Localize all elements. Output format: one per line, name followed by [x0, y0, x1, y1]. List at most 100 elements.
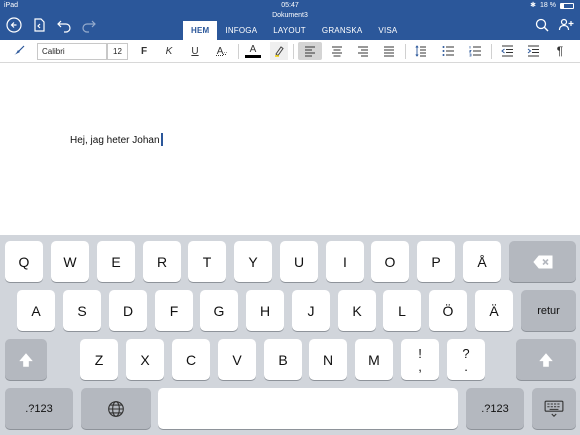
- key-g[interactable]: G: [200, 290, 238, 331]
- font-size-field[interactable]: 12: [107, 43, 128, 60]
- highlighter-icon: [275, 46, 284, 57]
- key-h[interactable]: H: [246, 290, 284, 331]
- globe-icon: [108, 400, 124, 417]
- backspace-key[interactable]: [509, 241, 576, 282]
- numbers-key-right[interactable]: .?123: [466, 388, 524, 429]
- font-color-swatch: [245, 55, 261, 58]
- show-formatting-button[interactable]: ¶: [550, 42, 570, 60]
- more-dots-icon: ..: [223, 47, 228, 55]
- shift-icon: [19, 352, 33, 367]
- key-z[interactable]: Z: [80, 339, 118, 380]
- key-b[interactable]: B: [264, 339, 302, 380]
- bullets-button[interactable]: [437, 42, 459, 60]
- key-o[interactable]: O: [371, 241, 409, 282]
- italic-button[interactable]: K: [160, 42, 178, 60]
- key-e[interactable]: E: [97, 241, 135, 282]
- space-bar[interactable]: [158, 388, 458, 429]
- key-u[interactable]: U: [280, 241, 318, 282]
- key-x[interactable]: X: [126, 339, 164, 380]
- back-button[interactable]: [4, 15, 24, 35]
- key-a[interactable]: A: [17, 290, 55, 331]
- key-m[interactable]: M: [355, 339, 393, 380]
- key-bottom-char: ,: [418, 358, 422, 374]
- key-q[interactable]: Q: [5, 241, 43, 282]
- key-i[interactable]: I: [326, 241, 364, 282]
- key-top-char: ?: [462, 345, 470, 361]
- key-k[interactable]: K: [338, 290, 376, 331]
- key-y[interactable]: Y: [234, 241, 272, 282]
- return-key[interactable]: retur: [521, 290, 576, 331]
- key-o-umlaut[interactable]: Ö: [429, 290, 467, 331]
- tab-infoga[interactable]: INFOGA: [217, 21, 265, 40]
- key-c[interactable]: C: [172, 339, 210, 380]
- separator: [405, 44, 406, 59]
- tab-layout[interactable]: LAYOUT: [265, 21, 314, 40]
- highlight-button[interactable]: [270, 42, 288, 60]
- key-bottom-char: .: [464, 358, 468, 374]
- line-spacing-icon: [415, 45, 426, 57]
- key-j[interactable]: J: [292, 290, 330, 331]
- key-r[interactable]: R: [143, 241, 181, 282]
- key-exclamation-comma[interactable]: ! ,: [401, 339, 439, 380]
- title-bar: iPad 05:47 ✱ 18 % Dokument3 HEM INFOGA L…: [0, 0, 580, 40]
- align-left-icon: [305, 46, 315, 57]
- key-s[interactable]: S: [63, 290, 101, 331]
- hide-keyboard-key[interactable]: [532, 388, 576, 429]
- key-l[interactable]: L: [383, 290, 421, 331]
- ribbon-toolbar: Calibri 12 F K U A.. A ¶: [0, 40, 580, 63]
- file-button[interactable]: [29, 15, 49, 35]
- numbering-button[interactable]: [464, 42, 486, 60]
- redo-button[interactable]: [79, 15, 99, 35]
- document-body[interactable]: Hej, jag heter Johan: [70, 133, 163, 146]
- word-app: iPad 05:47 ✱ 18 % Dokument3 HEM INFOGA L…: [0, 0, 580, 435]
- share-button[interactable]: [556, 15, 576, 35]
- bold-button[interactable]: F: [135, 42, 153, 60]
- tab-granska[interactable]: GRANSKA: [314, 21, 371, 40]
- key-p[interactable]: P: [417, 241, 455, 282]
- font-name-field[interactable]: Calibri: [37, 43, 107, 60]
- key-f[interactable]: F: [155, 290, 193, 331]
- align-right-icon: [358, 46, 368, 57]
- key-n[interactable]: N: [309, 339, 347, 380]
- key-v[interactable]: V: [218, 339, 256, 380]
- tab-hem[interactable]: HEM: [183, 21, 218, 40]
- status-right: ✱ 18 %: [530, 2, 574, 10]
- onscreen-keyboard: Q W E R T Y U I O P Å A S D F G H J K L …: [0, 235, 580, 435]
- key-a-ring[interactable]: Å: [463, 241, 501, 282]
- shift-key-right[interactable]: [516, 339, 576, 380]
- styles-button[interactable]: [8, 42, 30, 60]
- tab-visa[interactable]: VISA: [370, 21, 405, 40]
- decrease-indent-button[interactable]: [496, 42, 518, 60]
- keyboard-dismiss-icon: [544, 400, 564, 417]
- align-center-button[interactable]: [326, 42, 348, 60]
- text-effects-label: A: [216, 45, 224, 57]
- search-button[interactable]: [532, 15, 552, 35]
- key-w[interactable]: W: [51, 241, 89, 282]
- font-color-button[interactable]: A: [243, 42, 263, 60]
- bullet-list-icon: [442, 46, 454, 56]
- shift-key-left[interactable]: [5, 339, 47, 380]
- document-canvas[interactable]: Hej, jag heter Johan: [0, 63, 580, 235]
- underline-button[interactable]: U: [186, 42, 204, 60]
- line-spacing-button[interactable]: [410, 42, 432, 60]
- globe-key[interactable]: [81, 388, 151, 429]
- key-a-umlaut[interactable]: Ä: [475, 290, 513, 331]
- key-question-period[interactable]: ? .: [447, 339, 485, 380]
- undo-button[interactable]: [54, 15, 74, 35]
- align-right-button[interactable]: [352, 42, 374, 60]
- key-t[interactable]: T: [188, 241, 226, 282]
- numbers-key-left[interactable]: .?123: [5, 388, 73, 429]
- separator: [293, 44, 294, 59]
- text-cursor: [160, 133, 163, 146]
- increase-indent-button[interactable]: [522, 42, 544, 60]
- key-d[interactable]: D: [109, 290, 147, 331]
- file-icon: [34, 18, 45, 32]
- bluetooth-icon: ✱: [530, 2, 537, 9]
- battery-icon: [560, 3, 574, 9]
- decrease-indent-icon: [501, 45, 513, 57]
- status-time: 05:47: [281, 2, 299, 9]
- redo-icon: [82, 20, 96, 33]
- text-effects-button[interactable]: A..: [212, 42, 232, 60]
- align-left-button[interactable]: [298, 42, 322, 60]
- justify-button[interactable]: [378, 42, 400, 60]
